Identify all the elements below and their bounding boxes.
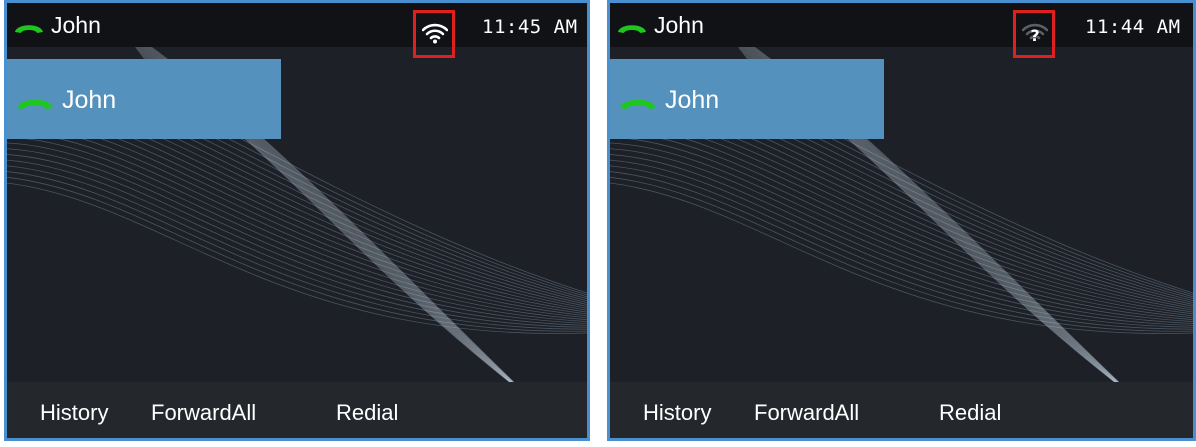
status-bar: John ? 11:44 AM [610, 3, 1193, 58]
line-key-john[interactable]: John [610, 59, 884, 139]
wifi-icon [422, 23, 448, 44]
softkey-redial[interactable]: Redial [939, 400, 1001, 426]
line-key-label: John [62, 86, 117, 114]
softkey-history[interactable]: History [643, 400, 711, 426]
phone-screen-left: John 11:45 AM John History ForwardAll Re… [4, 0, 590, 441]
status-time: 11:44 AM [1085, 16, 1181, 38]
line-key-john[interactable]: John [7, 59, 281, 139]
status-bar: John 11:45 AM [7, 3, 587, 58]
softkey-history[interactable]: History [40, 400, 108, 426]
phone-screen-right: John ? 11:44 AM John History ForwardAll … [607, 0, 1196, 441]
phone-icon [618, 25, 646, 33]
line-key-label: John [665, 86, 720, 114]
phone-icon [17, 99, 53, 109]
status-line-name: John [654, 12, 704, 38]
svg-text:?: ? [1030, 26, 1039, 44]
status-time: 11:45 AM [482, 16, 578, 38]
softkey-bar: History ForwardAll Redial [7, 382, 587, 438]
network-status-highlight: ? [1013, 10, 1055, 58]
softkey-bar: History ForwardAll Redial [610, 382, 1193, 438]
softkey-redial[interactable]: Redial [336, 400, 398, 426]
softkey-forwardall[interactable]: ForwardAll [151, 400, 256, 426]
phone-icon [15, 25, 43, 33]
network-status-highlight [413, 10, 455, 58]
status-line-name: John [51, 12, 101, 38]
wifi-unknown-icon: ? [1022, 23, 1048, 44]
softkey-forwardall[interactable]: ForwardAll [754, 400, 859, 426]
phone-icon [620, 99, 656, 109]
